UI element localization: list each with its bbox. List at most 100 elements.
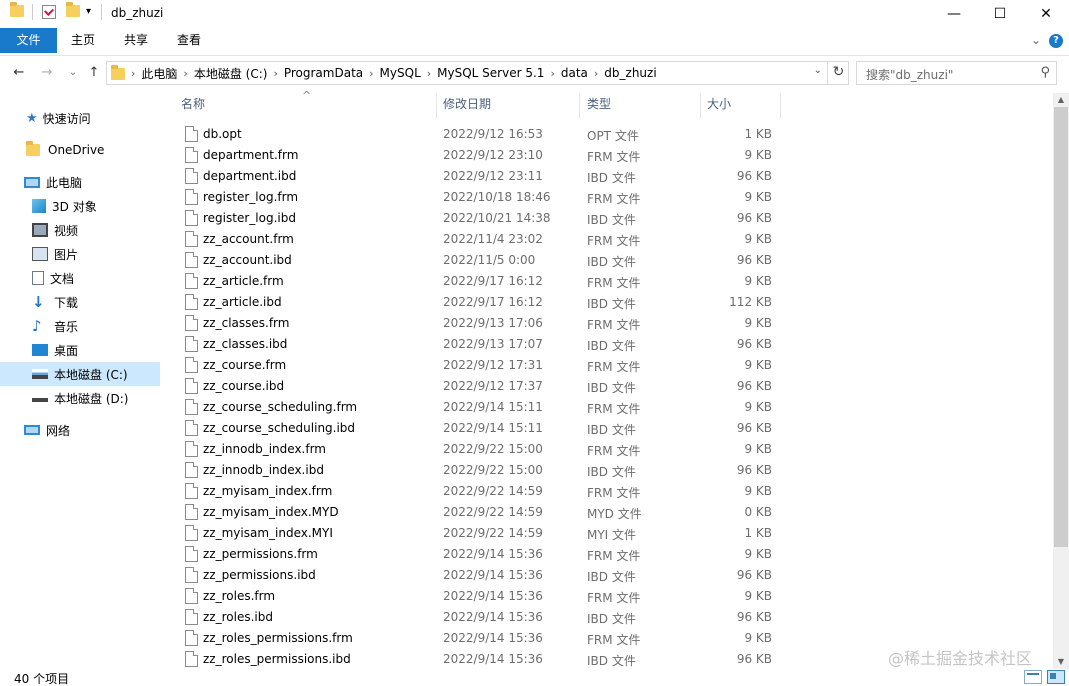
scroll-down-icon[interactable]: ▼ xyxy=(1053,655,1069,669)
breadcrumb-mysql[interactable]: MySQL xyxy=(380,66,421,80)
forward-button[interactable]: → xyxy=(38,63,56,83)
sidebar-item-pictures[interactable]: 图片 xyxy=(32,242,78,266)
column-divider[interactable] xyxy=(579,93,580,118)
file-icon xyxy=(185,399,198,415)
file-row[interactable]: department.ibd 2022/9/12 23:11 IBD 文件 96 KB xyxy=(163,166,1053,187)
new-folder-icon[interactable] xyxy=(66,2,80,17)
column-divider[interactable] xyxy=(780,93,781,118)
tab-home[interactable]: 主页 xyxy=(57,28,109,53)
tab-view[interactable]: 查看 xyxy=(163,28,215,53)
sidebar-item-video[interactable]: 视频 xyxy=(32,218,78,242)
sidebar-item-local-disk-c[interactable]: 本地磁盘 (C:) xyxy=(0,362,160,386)
column-header-name[interactable]: 名称 xyxy=(181,93,431,117)
breadcrumb-local-disk-c[interactable]: 本地磁盘 (C:) xyxy=(194,65,268,82)
file-row[interactable]: zz_myisam_index.frm 2022/9/22 14:59 FRM 文件… xyxy=(163,481,1053,502)
vertical-scrollbar[interactable]: ▲ ▼ xyxy=(1053,93,1069,669)
refresh-button[interactable]: ↻ xyxy=(827,61,849,85)
column-divider[interactable] xyxy=(436,93,437,118)
file-row[interactable]: zz_myisam_index.MYI 2022/9/22 14:59 MYI 文件… xyxy=(163,523,1053,544)
help-icon[interactable]: ? xyxy=(1049,34,1063,48)
back-button[interactable]: ← xyxy=(10,63,28,83)
file-row[interactable]: register_log.ibd 2022/10/21 14:38 IBD 文件 96… xyxy=(163,208,1053,229)
file-icon xyxy=(185,378,198,394)
file-date: 2022/9/14 15:11 xyxy=(443,421,543,435)
title-bar: ▾ db_zhuzi — ☐ ✕ xyxy=(0,0,1069,28)
sidebar-item-label: 桌面 xyxy=(54,343,79,358)
breadcrumb-data[interactable]: data xyxy=(561,66,588,80)
sidebar-item-desktop[interactable]: 桌面 xyxy=(32,338,78,362)
scroll-up-icon[interactable]: ▲ xyxy=(1053,93,1069,107)
file-row[interactable]: zz_permissions.ibd 2022/9/14 15:36 IBD 文件 9… xyxy=(163,565,1053,586)
file-name: zz_course.ibd xyxy=(203,379,285,393)
large-icons-view-button[interactable] xyxy=(1047,670,1065,684)
close-button[interactable]: ✕ xyxy=(1023,0,1069,28)
sidebar-item-documents[interactable]: 文档 xyxy=(32,266,74,290)
breadcrumb-mysql-server[interactable]: MySQL Server 5.1 xyxy=(437,66,544,80)
file-size: 9 KB xyxy=(744,547,772,561)
address-dropdown-icon[interactable]: ⌄ xyxy=(814,65,822,76)
details-view-button[interactable] xyxy=(1024,670,1042,684)
minimize-button[interactable]: — xyxy=(931,0,977,28)
recent-locations-button[interactable]: ⌄ xyxy=(64,63,82,83)
sidebar-item-this-pc[interactable]: 此电脑 xyxy=(24,170,82,194)
file-row[interactable]: zz_permissions.frm 2022/9/14 15:36 FRM 文件 9… xyxy=(163,544,1053,565)
file-row[interactable]: zz_article.ibd 2022/9/17 16:12 IBD 文件 112 K… xyxy=(163,292,1053,313)
file-name: zz_article.ibd xyxy=(203,295,282,309)
file-name: zz_article.frm xyxy=(203,274,284,288)
column-divider[interactable] xyxy=(700,93,701,118)
tab-share[interactable]: 共享 xyxy=(110,28,162,53)
file-size: 9 KB xyxy=(744,316,772,330)
quick-access-dropdown-icon[interactable]: ▾ xyxy=(86,6,91,17)
sidebar-item-local-disk-d[interactable]: 本地磁盘 (D:) xyxy=(32,386,128,410)
file-type: IBD 文件 xyxy=(587,423,636,437)
sidebar-item-quick-access[interactable]: ★ 快速访问 xyxy=(26,106,91,130)
file-icon xyxy=(185,462,198,478)
file-row[interactable]: zz_roles.frm 2022/9/14 15:36 FRM 文件 9 KB xyxy=(163,586,1053,607)
file-type: IBD 文件 xyxy=(587,570,636,584)
file-row[interactable]: zz_course_scheduling.frm 2022/9/14 15:11 F… xyxy=(163,397,1053,418)
file-row[interactable]: zz_innodb_index.frm 2022/9/22 15:00 FRM 文件… xyxy=(163,439,1053,460)
file-size: 96 KB xyxy=(736,652,772,666)
search-input[interactable]: 搜索"db_zhuzi" ⚲ xyxy=(856,61,1057,85)
file-row[interactable]: zz_course.frm 2022/9/12 17:31 FRM 文件 9 KB xyxy=(163,355,1053,376)
file-row[interactable]: register_log.frm 2022/10/18 18:46 FRM 文件 9 … xyxy=(163,187,1053,208)
column-header-type[interactable]: 类型 xyxy=(587,93,697,117)
up-button[interactable]: ↑ xyxy=(85,63,103,83)
sidebar-item-music[interactable]: ♪ 音乐 xyxy=(32,314,78,338)
file-type: IBD 文件 xyxy=(587,654,636,668)
ribbon-collapse-icon[interactable]: ⌄ xyxy=(1028,28,1044,53)
sidebar-item-network[interactable]: 网络 xyxy=(24,418,70,442)
file-row[interactable]: zz_article.frm 2022/9/17 16:12 FRM 文件 9 KB xyxy=(163,271,1053,292)
address-bar[interactable]: › 此电脑 › 本地磁盘 (C:) › ProgramData › MySQL … xyxy=(106,61,849,85)
file-name: zz_myisam_index.frm xyxy=(203,484,333,498)
sidebar-item-downloads[interactable]: ↓ 下载 xyxy=(32,290,78,314)
file-row[interactable]: zz_account.frm 2022/11/4 23:02 FRM 文件 9 KB xyxy=(163,229,1053,250)
tab-file[interactable]: 文件 xyxy=(0,28,57,53)
column-header-size[interactable]: 大小 xyxy=(707,93,777,117)
sidebar-item-onedrive[interactable]: OneDrive xyxy=(26,138,104,162)
breadcrumb-db-zhuzi[interactable]: db_zhuzi xyxy=(604,66,656,80)
file-size: 96 KB xyxy=(736,211,772,225)
scrollbar-thumb[interactable] xyxy=(1054,107,1068,547)
search-icon[interactable]: ⚲ xyxy=(1040,65,1050,80)
breadcrumb-this-pc[interactable]: 此电脑 xyxy=(141,65,177,82)
file-type: IBD 文件 xyxy=(587,171,636,185)
file-name: zz_course_scheduling.ibd xyxy=(203,421,356,435)
file-date: 2022/9/12 17:37 xyxy=(443,379,543,393)
column-header-date[interactable]: 修改日期 xyxy=(443,93,573,117)
file-row[interactable]: zz_myisam_index.MYD 2022/9/22 14:59 MYD 文件… xyxy=(163,502,1053,523)
file-date: 2022/9/12 16:53 xyxy=(443,127,543,141)
sidebar-item-3d-objects[interactable]: 3D 对象 xyxy=(32,194,97,218)
file-row[interactable]: zz_classes.ibd 2022/9/13 17:07 IBD 文件 96 KB xyxy=(163,334,1053,355)
file-row[interactable]: zz_course_scheduling.ibd 2022/9/14 15:11 I… xyxy=(163,418,1053,439)
properties-icon[interactable] xyxy=(42,5,56,19)
file-row[interactable]: zz_account.ibd 2022/11/5 0:00 IBD 文件 96 KB xyxy=(163,250,1053,271)
file-row[interactable]: db.opt 2022/9/12 16:53 OPT 文件 1 KB xyxy=(163,124,1053,145)
breadcrumb-programdata[interactable]: ProgramData xyxy=(284,66,363,80)
file-row[interactable]: zz_classes.frm 2022/9/13 17:06 FRM 文件 9 KB xyxy=(163,313,1053,334)
file-row[interactable]: zz_roles.ibd 2022/9/14 15:36 IBD 文件 96 KB xyxy=(163,607,1053,628)
maximize-button[interactable]: ☐ xyxy=(977,0,1023,28)
file-row[interactable]: department.frm 2022/9/12 23:10 FRM 文件 9 KB xyxy=(163,145,1053,166)
file-row[interactable]: zz_innodb_index.ibd 2022/9/22 15:00 IBD 文件… xyxy=(163,460,1053,481)
file-row[interactable]: zz_course.ibd 2022/9/12 17:37 IBD 文件 96 KB xyxy=(163,376,1053,397)
